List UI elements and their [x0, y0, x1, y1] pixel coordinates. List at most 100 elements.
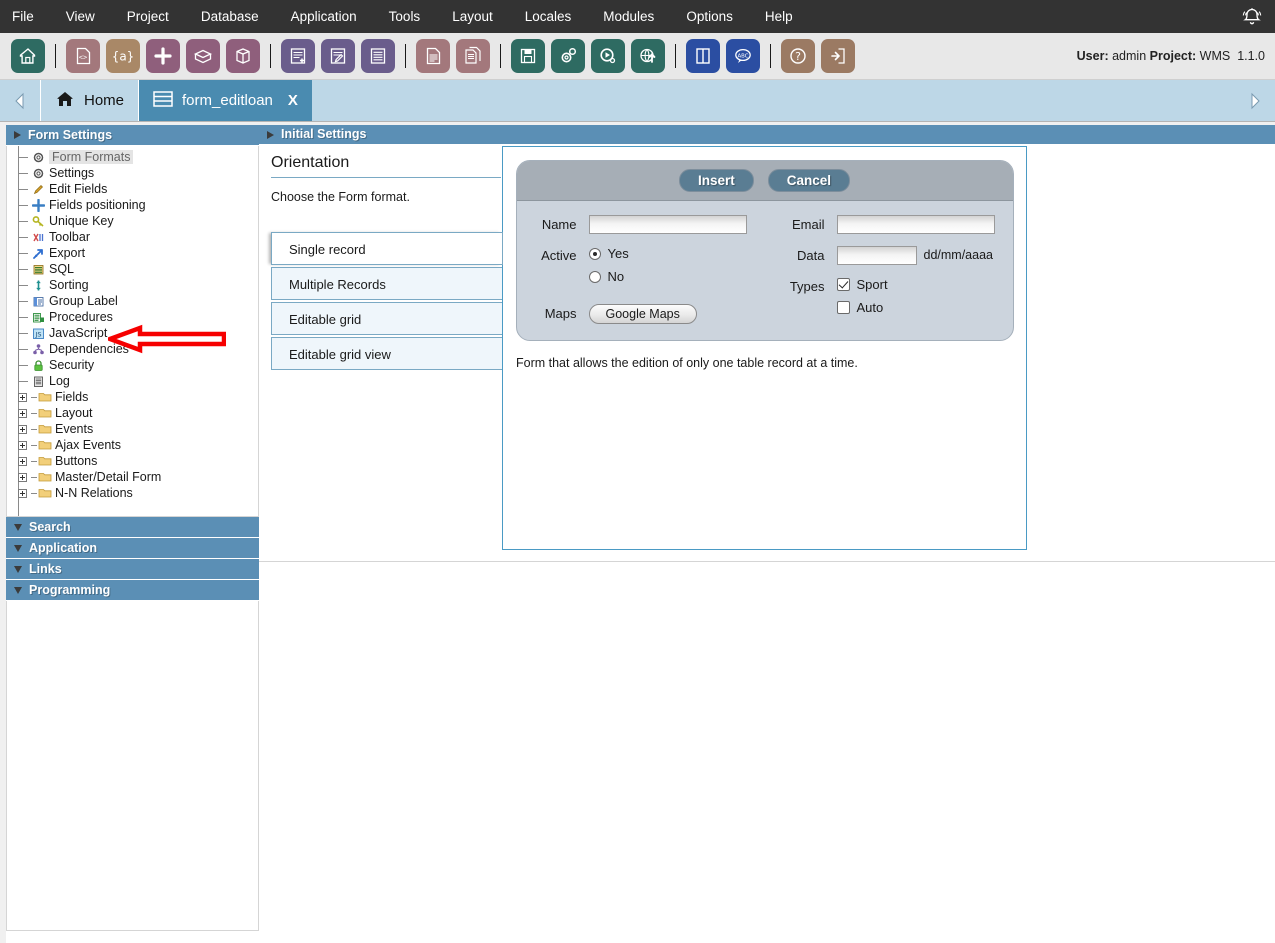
menu-item-tools[interactable]: Tools	[373, 0, 437, 33]
tree-item-nn-relations-folder[interactable]: N-N Relations	[7, 485, 258, 501]
macro-icon[interactable]: {a}	[106, 39, 140, 73]
tree-item-label: Ajax Events	[55, 438, 122, 452]
tree-item-unique-key[interactable]: Unique Key	[7, 213, 258, 229]
save-icon[interactable]	[511, 39, 545, 73]
types-checkbox-sport[interactable]: Sport	[836, 277, 888, 292]
orientation-option-editable-grid[interactable]: Editable grid	[271, 302, 503, 335]
tree-item-fields-positioning[interactable]: Fields positioning	[7, 197, 258, 213]
new-plus-icon[interactable]	[146, 39, 180, 73]
tree-expand-toggle[interactable]	[13, 405, 31, 421]
tree-item-javascript[interactable]: JS JavaScript	[7, 325, 258, 341]
help-question-icon[interactable]: ?	[781, 39, 815, 73]
sidebar-section-programming[interactable]: Programming	[6, 580, 259, 601]
tree-item-settings[interactable]: Settings	[7, 165, 258, 181]
tree-item-edit-fields[interactable]: Edit Fields	[7, 181, 258, 197]
orientation-option-single-record[interactable]: Single record	[271, 232, 503, 265]
menu-item-layout[interactable]: Layout	[436, 0, 509, 33]
code-file-icon[interactable]: <>	[66, 39, 100, 73]
active-radio-yes[interactable]: Yes	[588, 246, 629, 261]
tree-item-events-folder[interactable]: Events	[7, 421, 258, 437]
package-box-icon[interactable]	[226, 39, 260, 73]
tree-expand-toggle[interactable]	[13, 421, 31, 437]
tree-item-security[interactable]: Security	[7, 357, 258, 373]
tree-expand-toggle[interactable]	[13, 453, 31, 469]
types-checkbox-auto[interactable]: Auto	[836, 300, 888, 315]
triangle-down-icon	[14, 544, 22, 552]
tree-item-master-detail-folder[interactable]: Master/Detail Form	[7, 469, 258, 485]
menu-item-file[interactable]: File	[0, 0, 50, 33]
tree-item-ajax-events-folder[interactable]: Ajax Events	[7, 437, 258, 453]
move-cross-icon	[31, 198, 46, 212]
tree-expand-toggle[interactable]	[13, 469, 31, 485]
tree-item-buttons-folder[interactable]: Buttons	[7, 453, 258, 469]
tree-connector	[13, 229, 31, 245]
sidebar-section-search[interactable]: Search	[6, 517, 259, 538]
chevron-right-icon[interactable]	[1235, 80, 1275, 121]
google-maps-button[interactable]: Google Maps	[588, 304, 697, 324]
menu-item-help[interactable]: Help	[749, 0, 809, 33]
pencil-icon	[31, 182, 46, 196]
tree-item-sql[interactable]: SQL	[7, 261, 258, 277]
triangle-down-icon	[14, 523, 22, 531]
triangle-down-icon	[14, 565, 22, 573]
tree-item-procedures[interactable]: Procedures	[7, 309, 258, 325]
tree-item-fields-folder[interactable]: Fields	[7, 389, 258, 405]
orientation-title: Orientation	[271, 154, 501, 178]
tree-item-dependencies[interactable]: Dependencies	[7, 341, 258, 357]
tab-label: form_editloan	[182, 92, 273, 109]
grid-form-icon[interactable]	[361, 39, 395, 73]
home-icon[interactable]	[11, 39, 45, 73]
tab-form-editloan[interactable]: form_editloan X	[138, 80, 312, 121]
menu-item-locales[interactable]: Locales	[509, 0, 588, 33]
tree-item-group-label[interactable]: Group Label	[7, 293, 258, 309]
sidebar-section-application[interactable]: Application	[6, 538, 259, 559]
menu-item-application[interactable]: Application	[275, 0, 373, 33]
edit-form-icon[interactable]	[321, 39, 355, 73]
publish-globe-icon[interactable]	[631, 39, 665, 73]
tree-expand-toggle[interactable]	[13, 485, 31, 501]
exit-door-icon[interactable]	[821, 39, 855, 73]
name-input[interactable]	[588, 215, 747, 234]
tree-item-log[interactable]: Log	[7, 373, 258, 389]
tree-item-export[interactable]: Export	[7, 245, 258, 261]
sidebar-section-form-settings[interactable]: Form Settings	[6, 125, 259, 146]
orientation-option-editable-grid-view[interactable]: Editable grid view	[271, 337, 503, 370]
menu-item-project[interactable]: Project	[111, 0, 185, 33]
abc-spell-icon[interactable]: ABC	[726, 39, 760, 73]
package-open-icon[interactable]	[186, 39, 220, 73]
tree-item-form-formats[interactable]: Form Formats	[7, 149, 258, 165]
insert-button[interactable]: Insert	[678, 169, 754, 192]
sidebar-section-links[interactable]: Links	[6, 559, 259, 580]
sidebar: Form Settings Form Formats Settings Edit…	[6, 125, 259, 943]
data-input[interactable]	[836, 246, 917, 265]
tree-item-toolbar[interactable]: Toolbar	[7, 229, 258, 245]
content-header[interactable]: Initial Settings	[259, 125, 1275, 146]
checkbox-icon	[836, 301, 850, 314]
run-play-icon[interactable]	[591, 39, 625, 73]
manual-book-icon[interactable]	[686, 39, 720, 73]
new-form-icon[interactable]	[281, 39, 315, 73]
field-row-data: Data dd/mm/aaaa	[765, 246, 1013, 265]
tree-expand-toggle[interactable]	[13, 437, 31, 453]
tree-expand-toggle[interactable]	[13, 389, 31, 405]
chevron-left-icon[interactable]	[0, 80, 40, 121]
email-input[interactable]	[836, 215, 995, 234]
settings-gear-icon[interactable]	[551, 39, 585, 73]
folder-icon	[37, 438, 52, 452]
document-icon[interactable]	[416, 39, 450, 73]
tree-item-sorting[interactable]: Sorting	[7, 277, 258, 293]
menu-item-database[interactable]: Database	[185, 0, 275, 33]
menu-item-modules[interactable]: Modules	[587, 0, 670, 33]
tree-connector	[13, 149, 31, 165]
orientation-column: Orientation Choose the Form format. Sing…	[259, 146, 504, 561]
menu-item-view[interactable]: View	[50, 0, 111, 33]
tab-close-icon[interactable]: X	[288, 92, 298, 109]
cancel-button[interactable]: Cancel	[767, 169, 851, 192]
tree-item-layout-folder[interactable]: Layout	[7, 405, 258, 421]
orientation-option-multiple-records[interactable]: Multiple Records	[271, 267, 503, 300]
active-radio-no[interactable]: No	[588, 269, 629, 284]
bell-icon[interactable]	[1235, 0, 1269, 33]
tab-home[interactable]: Home	[40, 80, 139, 121]
menu-item-options[interactable]: Options	[670, 0, 749, 33]
documents-copy-icon[interactable]	[456, 39, 490, 73]
